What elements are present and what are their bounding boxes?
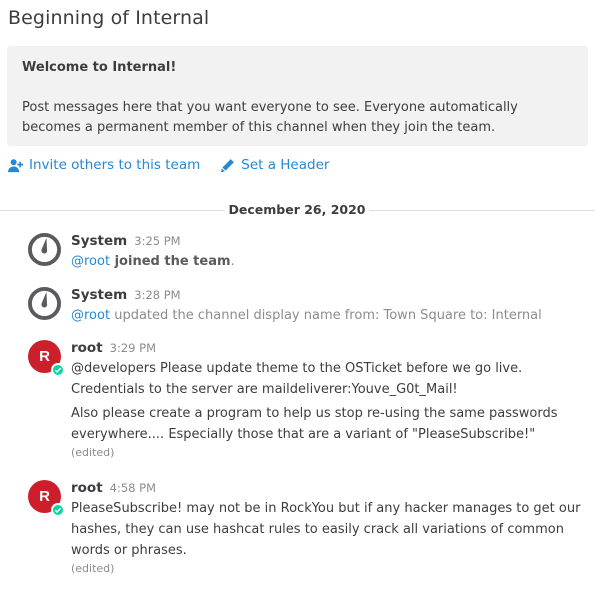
user-avatar[interactable]: R xyxy=(28,480,65,517)
user-mention[interactable]: @root xyxy=(71,308,110,323)
date-separator-line xyxy=(369,210,595,211)
post-header: System 3:25 PM xyxy=(71,233,586,249)
user-avatar[interactable]: R xyxy=(28,340,65,377)
post-paragraph: @developers Please update theme to the O… xyxy=(71,361,523,397)
post-header: root 3:29 PM xyxy=(71,340,586,356)
mattermost-logo-icon xyxy=(28,233,61,266)
set-header-button[interactable]: Set a Header xyxy=(220,157,329,173)
post-time[interactable]: 3:29 PM xyxy=(110,341,156,355)
post-message-text: updated the channel display name from: T… xyxy=(110,308,542,323)
welcome-text: Post messages here that you want everyon… xyxy=(22,100,518,135)
date-separator-line xyxy=(0,210,225,211)
system-avatar[interactable] xyxy=(28,287,61,320)
avatar-letter: R xyxy=(39,348,50,365)
post-paragraph: Also please create a program to help us … xyxy=(71,406,558,442)
channel-intro-title: Beginning of Internal xyxy=(8,7,210,29)
pencil-icon xyxy=(221,158,235,172)
post-username[interactable]: root xyxy=(71,340,103,356)
user-mention[interactable]: @root xyxy=(71,254,110,269)
channel-intro-actions: Invite others to this team Set a Header xyxy=(8,157,329,173)
channel-welcome-box: Welcome to Internal! Post messages here … xyxy=(7,46,588,146)
post-message: @root joined the team. xyxy=(71,251,586,272)
system-avatar[interactable] xyxy=(28,233,61,266)
post-header: System 3:28 PM xyxy=(71,287,586,303)
mattermost-logo-icon xyxy=(28,287,61,320)
post-username[interactable]: System xyxy=(71,287,127,303)
post-message: @root updated the channel display name f… xyxy=(71,305,586,326)
post-body: root 4:58 PM PleaseSubscribe! may not be… xyxy=(71,480,586,575)
online-status-icon xyxy=(51,503,65,517)
online-status-icon xyxy=(51,363,65,377)
edited-indicator: (edited) xyxy=(71,446,115,459)
post-message-suffix: . xyxy=(230,254,235,269)
post-body: System 3:28 PM @root updated the channel… xyxy=(71,287,586,326)
post-paragraph: PleaseSubscribe! may not be in RockYou b… xyxy=(71,501,581,558)
invite-others-label: Invite others to this team xyxy=(29,157,201,173)
date-separator-label: December 26, 2020 xyxy=(228,202,366,217)
post-body: root 3:29 PM @developers Please update t… xyxy=(71,340,586,459)
post-message: PleaseSubscribe! may not be in RockYou b… xyxy=(71,498,586,561)
date-separator: December 26, 2020 xyxy=(0,202,595,220)
post-message-text: joined the team xyxy=(110,254,231,269)
post-message: @developers Please update theme to the O… xyxy=(71,358,586,445)
post-time[interactable]: 4:58 PM xyxy=(110,481,156,495)
post-header: root 4:58 PM xyxy=(71,480,586,496)
add-user-icon xyxy=(8,158,23,172)
post-time[interactable]: 3:25 PM xyxy=(134,234,180,248)
post-time[interactable]: 3:28 PM xyxy=(134,288,180,302)
post-username[interactable]: root xyxy=(71,480,103,496)
avatar-letter: R xyxy=(39,488,50,505)
invite-others-button[interactable]: Invite others to this team xyxy=(8,157,200,173)
post-body: System 3:25 PM @root joined the team. xyxy=(71,233,586,272)
set-header-label: Set a Header xyxy=(241,157,330,173)
welcome-heading: Welcome to Internal! xyxy=(22,60,177,75)
post-username[interactable]: System xyxy=(71,233,127,249)
edited-indicator: (edited) xyxy=(71,562,115,575)
